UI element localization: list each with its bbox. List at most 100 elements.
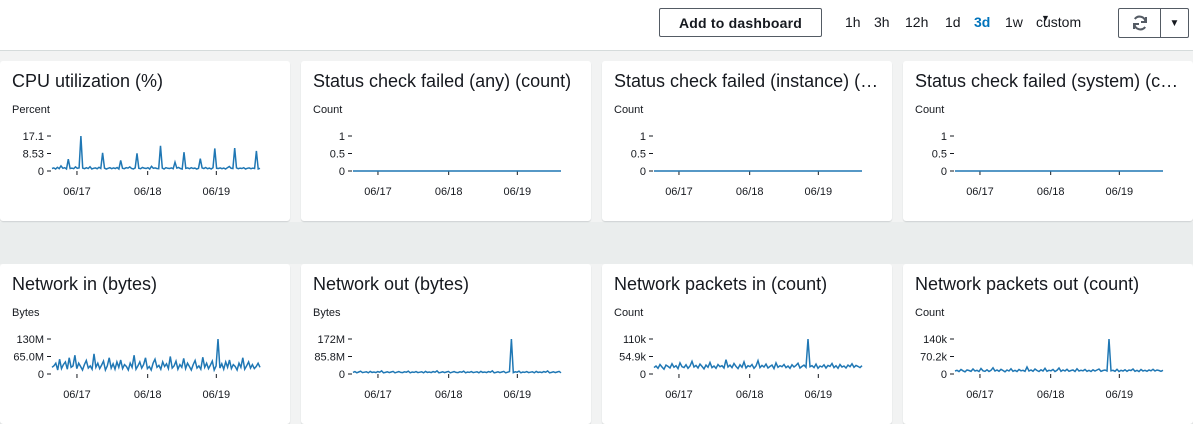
y-axis-label: Bytes <box>313 307 341 319</box>
y-tick-label: 0 <box>339 166 345 178</box>
y-axis-label: Count <box>313 104 343 116</box>
metric-widget[interactable]: Network packets out (count) Count 140k 70.2… <box>903 264 1193 424</box>
x-tick-label: 06/18 <box>1037 389 1065 401</box>
widget-title: CPU utilization (%) <box>12 71 164 91</box>
x-tick-label: 06/17 <box>63 186 91 198</box>
line-chart: 1 0.5 0 06/17 06/18 06/19 <box>330 131 561 198</box>
range-1h[interactable]: 1h <box>845 14 861 30</box>
y-axis-label: Count <box>614 104 644 116</box>
section-divider <box>0 222 1193 264</box>
y-tick-label: 172M <box>317 334 345 346</box>
y-tick-label: 130M <box>16 334 44 346</box>
metric-widget[interactable]: Status check failed (system) (count) Coun… <box>903 61 1193 221</box>
line-chart: 172M 85.8M 0 06/17 06/18 06/19 <box>314 334 562 401</box>
y-axis-label: Bytes <box>12 307 40 319</box>
y-tick-label: 0.5 <box>631 149 646 161</box>
y-tick-label: 1 <box>339 131 345 143</box>
refresh-options-button[interactable]: ▼ <box>1161 9 1188 37</box>
y-tick-label: 0 <box>339 369 345 381</box>
y-tick-label: 54.9k <box>619 352 646 364</box>
line-chart: 110k 54.9k 0 06/17 06/18 06/19 <box>619 334 863 401</box>
range-12h[interactable]: 12h <box>905 14 928 30</box>
y-tick-label: 1 <box>941 131 947 143</box>
line-chart: 17.1 8.53 0 06/17 06/18 06/19 <box>23 131 261 198</box>
metric-widget[interactable]: Network packets in (count) Count 110k 54.9k… <box>602 264 892 424</box>
range-3d[interactable]: 3d <box>974 14 990 30</box>
x-tick-label: 06/18 <box>435 186 463 198</box>
y-tick-label: 0 <box>640 166 646 178</box>
series-line <box>352 338 562 374</box>
caret-down-icon: ▼ <box>1041 13 1050 23</box>
y-axis-label: Count <box>915 104 945 116</box>
y-tick-label: 110k <box>623 334 647 346</box>
x-tick-label: 06/17 <box>665 389 693 401</box>
x-tick-label: 06/18 <box>134 186 162 198</box>
y-tick-label: 0 <box>640 369 646 381</box>
y-tick-label: 0.5 <box>330 149 345 161</box>
metric-widget[interactable]: Status check failed (instance) (count) Co… <box>602 61 892 221</box>
x-tick-label: 06/19 <box>504 389 532 401</box>
y-axis-label: Percent <box>12 104 50 116</box>
y-tick-label: 1 <box>640 131 646 143</box>
toolbar: Add to dashboard 1h 3h 12h 1d 3d 1w cust… <box>0 0 1193 51</box>
series-line <box>51 135 261 171</box>
x-tick-label: 06/19 <box>805 186 833 198</box>
widget-title: Status check failed (system) (count) <box>915 71 1183 91</box>
x-tick-label: 06/17 <box>364 186 392 198</box>
y-tick-label: 8.53 <box>23 149 44 161</box>
y-tick-label: 0 <box>941 369 947 381</box>
x-tick-label: 06/17 <box>966 186 994 198</box>
x-tick-label: 06/19 <box>1106 389 1134 401</box>
y-tick-label: 0 <box>38 369 44 381</box>
x-tick-label: 06/19 <box>203 389 231 401</box>
widget-title: Status check failed (any) (count) <box>313 71 572 91</box>
y-tick-label: 0 <box>38 166 44 178</box>
widget-title: Network out (bytes) <box>313 274 470 294</box>
x-tick-label: 06/18 <box>736 186 764 198</box>
y-tick-label: 0 <box>941 166 947 178</box>
x-tick-label: 06/19 <box>1106 186 1134 198</box>
series-line <box>954 338 1164 373</box>
y-axis-label: Count <box>614 307 644 319</box>
range-1w[interactable]: 1w <box>1005 14 1023 30</box>
widget-title: Network packets in (count) <box>614 274 828 294</box>
x-tick-label: 06/17 <box>63 389 91 401</box>
y-tick-label: 65.0M <box>13 352 44 364</box>
line-chart: 140k 70.2k 0 06/17 06/18 06/19 <box>920 334 1164 401</box>
y-tick-label: 140k <box>923 334 947 346</box>
metric-widget[interactable]: CPU utilization (%) Percent 17.1 8.53 0 06/17… <box>0 61 290 221</box>
x-tick-label: 06/17 <box>364 389 392 401</box>
refresh-control: ▼ <box>1118 8 1189 38</box>
x-tick-label: 06/18 <box>435 389 463 401</box>
caret-down-icon: ▼ <box>1169 17 1180 29</box>
y-tick-label: 0.5 <box>932 149 947 161</box>
y-tick-label: 17.1 <box>23 131 44 143</box>
range-3h[interactable]: 3h <box>874 14 890 30</box>
x-tick-label: 06/17 <box>665 186 693 198</box>
add-to-dashboard-button[interactable]: Add to dashboard <box>659 8 822 37</box>
widget-title: Status check failed (instance) (count) <box>614 71 882 91</box>
refresh-icon <box>1132 15 1147 31</box>
refresh-button[interactable] <box>1119 9 1161 37</box>
series-line <box>653 338 863 371</box>
x-tick-label: 06/18 <box>134 389 162 401</box>
x-tick-label: 06/19 <box>504 186 532 198</box>
x-tick-label: 06/18 <box>1037 186 1065 198</box>
series-line <box>51 338 261 373</box>
metric-widget[interactable]: Status check failed (any) (count) Count 1 0… <box>301 61 591 221</box>
y-tick-label: 85.8M <box>314 352 345 364</box>
metric-widget[interactable]: Network in (bytes) Bytes 130M 65.0M 0 06/17 06… <box>0 264 290 424</box>
line-chart: 130M 65.0M 0 06/17 06/18 06/19 <box>13 334 261 401</box>
x-tick-label: 06/18 <box>736 389 764 401</box>
widget-title: Network packets out (count) <box>915 274 1140 294</box>
y-axis-label: Count <box>915 307 945 319</box>
x-tick-label: 06/17 <box>966 389 994 401</box>
range-1d[interactable]: 1d <box>945 14 961 30</box>
widget-title: Network in (bytes) <box>12 274 158 294</box>
metric-widget[interactable]: Network out (bytes) Bytes 172M 85.8M 0 06/17 0… <box>301 264 591 424</box>
x-tick-label: 06/19 <box>203 186 231 198</box>
y-tick-label: 70.2k <box>920 352 947 364</box>
x-tick-label: 06/19 <box>805 389 833 401</box>
line-chart: 1 0.5 0 06/17 06/18 06/19 <box>932 131 1163 198</box>
line-chart: 1 0.5 0 06/17 06/18 06/19 <box>631 131 862 198</box>
